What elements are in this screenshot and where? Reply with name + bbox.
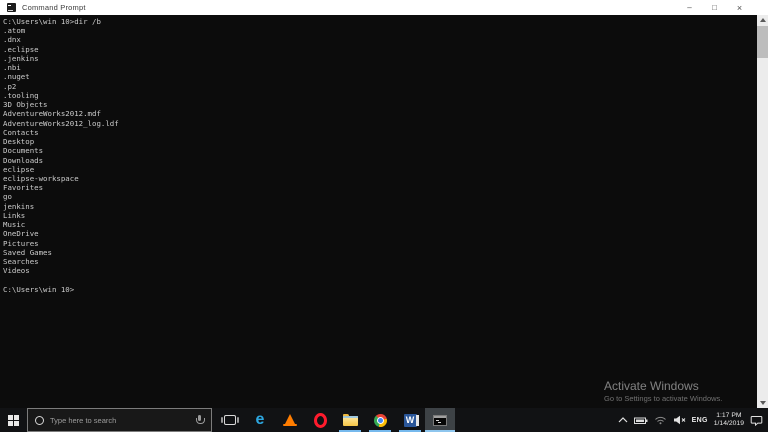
taskbar-app-opera[interactable] (305, 408, 335, 432)
command-prompt-icon (433, 415, 447, 426)
taskbar-app-chrome[interactable] (365, 408, 395, 432)
cortana-circle-icon (35, 416, 44, 425)
chrome-icon (374, 414, 387, 427)
clock-time: 1:17 PM (714, 412, 744, 420)
taskbar-app-file-explorer[interactable] (335, 408, 365, 432)
taskbar: Type here to search eW ENG 1:17 PM 1/14/… (0, 408, 768, 432)
scrollbar-up-arrow-icon[interactable] (760, 18, 766, 22)
window-title: Command Prompt (22, 3, 86, 12)
action-center-icon[interactable] (750, 414, 763, 426)
file-explorer-icon (343, 416, 358, 426)
opera-icon (314, 413, 327, 428)
taskbar-app-edge[interactable]: e (245, 408, 275, 432)
search-input[interactable]: Type here to search (27, 408, 212, 432)
scrollbar-down-arrow-icon[interactable] (760, 401, 766, 405)
volume-muted-icon[interactable] (673, 415, 686, 425)
taskbar-app-command-prompt[interactable] (425, 408, 455, 432)
edge-icon: e (256, 413, 265, 427)
clock-date: 1/14/2019 (714, 420, 744, 428)
watermark-title: Activate Windows (604, 379, 722, 393)
console-scrollbar[interactable] (757, 15, 768, 408)
word-icon: W (404, 414, 417, 427)
hidden-icons-chevron-icon[interactable] (618, 417, 628, 423)
taskbar-app-vlc[interactable] (275, 408, 305, 432)
system-tray: ENG 1:17 PM 1/14/2019 (618, 408, 768, 432)
taskbar-app-word[interactable]: W (395, 408, 425, 432)
search-placeholder: Type here to search (50, 416, 195, 425)
console-text: C:\Users\win 10>dir /b .atom .dnx .eclip… (3, 17, 119, 294)
desktop-screen: Command Prompt – □ × C:\Users\win 10>dir… (0, 0, 768, 432)
taskbar-apps: eW (215, 408, 455, 432)
windows-logo-icon (8, 415, 19, 426)
close-button[interactable]: × (727, 0, 752, 15)
taskbar-clock[interactable]: 1:17 PM 1/14/2019 (714, 412, 744, 428)
minimize-button[interactable]: – (677, 0, 702, 15)
microphone-icon[interactable] (195, 415, 204, 426)
wifi-network-icon[interactable] (654, 415, 667, 425)
watermark-subtitle: Go to Settings to activate Windows. (604, 394, 722, 403)
scrollbar-thumb[interactable] (757, 26, 768, 58)
titlebar-end-pad (752, 0, 768, 15)
start-button[interactable] (0, 408, 27, 432)
task-view-icon (224, 415, 236, 425)
window-titlebar[interactable]: Command Prompt – □ × (0, 0, 768, 15)
activate-windows-watermark: Activate Windows Go to Settings to activ… (604, 379, 722, 403)
vlc-icon (283, 414, 297, 426)
battery-icon[interactable] (634, 416, 648, 425)
language-indicator[interactable]: ENG (692, 417, 708, 424)
cmd-window-icon (7, 3, 16, 12)
taskbar-app-task-view[interactable] (215, 408, 245, 432)
console-area[interactable]: C:\Users\win 10>dir /b .atom .dnx .eclip… (0, 15, 768, 408)
maximize-button[interactable]: □ (702, 0, 727, 15)
